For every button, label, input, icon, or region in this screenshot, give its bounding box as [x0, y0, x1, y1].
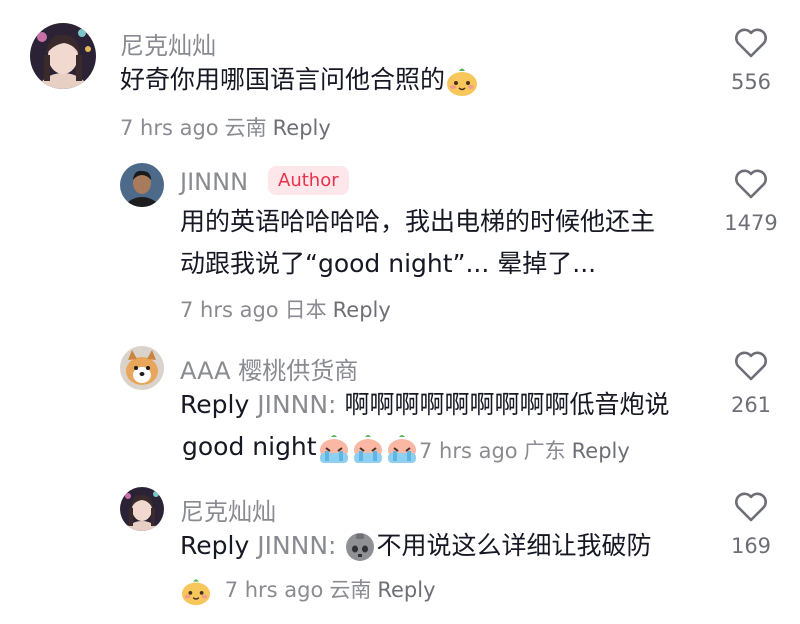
timestamp: 7 hrs ago: [120, 116, 219, 140]
comment-text-line-2: 动跟我说了“good night”... 晕掉了...: [180, 249, 597, 278]
comment-meta: 7 hrs ago 日本 Reply: [180, 294, 397, 324]
crying-bun-emoji: [385, 431, 419, 465]
crying-bun-emoji: [351, 431, 385, 465]
comment-text-body: 不用说这么详细让我破防: [376, 531, 652, 560]
comment-text-line-1: 用的英语哈哈哈哈，我出电梯的时候他还主: [180, 207, 656, 236]
location: 广东: [523, 439, 566, 463]
comment-meta: 7 hrs ago 广东 Reply: [419, 435, 636, 465]
heart-outline-icon[interactable]: [734, 28, 768, 58]
reply-button[interactable]: Reply: [273, 116, 331, 140]
timestamp: 7 hrs ago: [224, 578, 324, 602]
skull-emoji: [344, 531, 376, 563]
smiling-bun-emoji: [445, 64, 479, 98]
location: 云南: [329, 578, 372, 602]
mention-link[interactable]: JINNN:: [257, 390, 336, 419]
comment-text: 好奇你用哪国语言问他合照的: [120, 59, 479, 101]
comment-text-line-1: Reply JINNN: 啊啊啊啊啊啊啊啊啊低音炮说: [180, 384, 669, 426]
avatar[interactable]: [120, 163, 164, 207]
avatar[interactable]: [120, 346, 164, 390]
commenter-name[interactable]: 尼克灿灿: [120, 26, 216, 61]
comment-meta: 7 hrs ago 云南 Reply: [180, 574, 442, 607]
heart-outline-icon[interactable]: [734, 492, 768, 522]
like-count: 261: [730, 393, 772, 417]
reply-button[interactable]: Reply: [572, 439, 630, 463]
avatar[interactable]: [120, 487, 164, 531]
crying-bun-emoji: [317, 431, 351, 465]
location: 日本: [284, 298, 327, 322]
timestamp: 7 hrs ago: [180, 298, 279, 322]
commenter-name[interactable]: JINNN: [180, 168, 248, 196]
reply-button[interactable]: Reply: [377, 578, 435, 602]
comment-text-body: 啊啊啊啊啊啊啊啊啊低音炮说: [344, 390, 670, 419]
reply-button[interactable]: Reply: [333, 298, 391, 322]
mention-link[interactable]: JINNN:: [257, 531, 336, 560]
heart-outline-icon[interactable]: [734, 351, 768, 381]
like-button[interactable]: 169: [716, 492, 786, 558]
smiling-bun-emoji: [180, 575, 212, 607]
comment-text-body: 好奇你用哪国语言问他合照的: [120, 65, 446, 94]
reply-prefix: Reply: [180, 531, 250, 560]
location: 云南: [224, 116, 267, 140]
comment-text-body: good night: [182, 432, 317, 461]
comment-text: Reply JINNN: 不用说这么详细让我破防: [180, 525, 651, 567]
like-button[interactable]: 261: [716, 351, 786, 417]
like-count: 1479: [724, 211, 778, 235]
author-badge: Author: [268, 166, 349, 195]
like-button[interactable]: 556: [716, 28, 786, 94]
heart-outline-icon[interactable]: [734, 169, 768, 199]
comment-text-line-2: good night: [182, 426, 419, 468]
reply-prefix: Reply: [180, 390, 250, 419]
like-count: 169: [730, 534, 772, 558]
like-button[interactable]: 1479: [716, 169, 786, 235]
avatar[interactable]: [30, 23, 96, 89]
comment-meta: 7 hrs ago 云南 Reply: [120, 112, 337, 142]
commenter-name[interactable]: AAA 樱桃供货商: [180, 351, 358, 386]
timestamp: 7 hrs ago: [419, 439, 518, 463]
like-count: 556: [730, 70, 772, 94]
commenter-name[interactable]: 尼克灿灿: [180, 492, 276, 527]
